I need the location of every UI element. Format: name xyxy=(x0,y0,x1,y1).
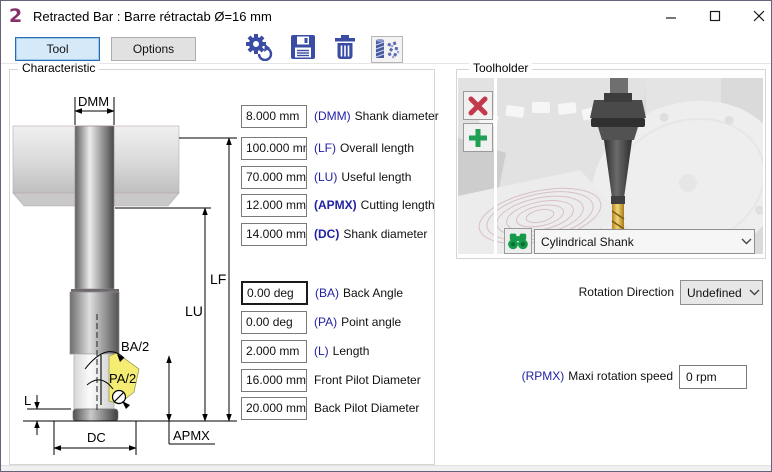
field-row-lf: 100.000 mm (LF) Overall length xyxy=(241,136,414,160)
tab-options-label: Options xyxy=(133,42,174,56)
characteristic-group-label: Characteristic xyxy=(18,61,99,76)
chevron-down-icon xyxy=(738,238,754,245)
tool-definition-window: 2 Retracted Bar : Barre rétractab Ø=16 m… xyxy=(0,0,772,472)
add-toolholder-button[interactable] xyxy=(463,123,493,152)
dmm-code: (DMM) xyxy=(314,109,351,123)
rpmx-label: (RPMX)Maxi rotation speed xyxy=(1,369,673,383)
lu-label: Useful length xyxy=(341,170,411,184)
svg-text:DC: DC xyxy=(87,430,106,445)
title-bar: 2 Retracted Bar : Barre rétractab Ø=16 m… xyxy=(1,1,771,31)
rotation-direction-label: Rotation Direction xyxy=(1,285,674,299)
red-x-icon xyxy=(467,95,489,117)
lf-label: Overall length xyxy=(340,141,414,155)
green-plus-icon xyxy=(467,127,489,149)
svg-text:DMM: DMM xyxy=(78,94,109,109)
update-button[interactable] xyxy=(242,33,274,61)
maximize-button[interactable] xyxy=(693,1,737,31)
svg-text:LU: LU xyxy=(185,303,203,319)
field-row-apmx: 12.000 mm (APMX) Cutting length xyxy=(241,193,435,217)
delete-button[interactable] xyxy=(329,33,361,61)
l-input[interactable]: 2.000 mm xyxy=(241,340,307,363)
tab-tool[interactable]: Tool xyxy=(15,37,100,61)
pa-code: (PA) xyxy=(314,315,337,329)
binoculars-icon xyxy=(507,232,529,250)
rotation-direction-value: Undefined xyxy=(681,286,746,300)
pa-input[interactable]: 0.00 deg xyxy=(241,311,307,334)
apmx-label: Cutting length xyxy=(361,198,435,212)
shank-type-select[interactable]: Cylindrical Shank xyxy=(534,229,755,254)
chevron-down-icon xyxy=(746,289,762,296)
dc-label: Shank diameter xyxy=(343,227,427,241)
lu-input[interactable]: 70.000 mm xyxy=(241,166,307,189)
l-label: Length xyxy=(333,344,370,358)
tab-options[interactable]: Options xyxy=(111,37,196,61)
svg-text:BA/2: BA/2 xyxy=(121,339,149,354)
lf-input[interactable]: 100.000 mm xyxy=(241,137,307,160)
field-row-lu: 70.000 mm (LU) Useful length xyxy=(241,165,411,189)
image-divider xyxy=(494,78,497,254)
minimize-icon xyxy=(665,10,677,22)
remove-toolholder-button[interactable] xyxy=(463,91,493,120)
save-button[interactable] xyxy=(287,33,319,61)
close-icon xyxy=(753,10,765,22)
rpmx-input[interactable]: 0 rpm xyxy=(679,365,747,389)
lf-code: (LF) xyxy=(314,141,336,155)
minimize-button[interactable] xyxy=(649,1,693,31)
svg-text:APMX: APMX xyxy=(173,428,210,443)
window-title: Retracted Bar : Barre rétractab Ø=16 mm xyxy=(33,9,272,24)
floppy-disk-icon xyxy=(289,33,317,61)
back-pilot-label: Back Pilot Diameter xyxy=(314,401,419,415)
field-row-dc: 14.000 mm (DC) Shank diameter xyxy=(241,222,427,246)
dmm-input[interactable]: 8.000 mm xyxy=(241,105,307,128)
field-row-dmm: 8.000 mm (DMM) Shank diameter xyxy=(241,104,439,128)
dc-code: (DC) xyxy=(314,227,339,241)
close-button[interactable] xyxy=(737,1,772,31)
lu-code: (LU) xyxy=(314,170,337,184)
window-bottom-edge xyxy=(1,465,771,472)
back-pilot-input[interactable]: 20.000 mm xyxy=(241,397,307,420)
tab-tool-label: Tool xyxy=(46,42,68,56)
rpmx-code: (RPMX) xyxy=(522,369,565,383)
toolholder-group-label: Toolholder xyxy=(469,61,532,76)
l-code: (L) xyxy=(314,344,329,358)
pa-label: Point angle xyxy=(341,315,401,329)
tool-diagram: DMM LF LU APMX L DC BA/2 xyxy=(11,83,239,461)
chips-button[interactable] xyxy=(371,36,403,63)
app-logo-icon: 2 xyxy=(9,5,22,27)
field-row-l: 2.000 mm (L) Length xyxy=(241,339,369,363)
browse-shank-button[interactable] xyxy=(504,228,532,254)
field-row-pa: 0.00 deg (PA) Point angle xyxy=(241,310,401,334)
toolbar-separator xyxy=(1,63,771,64)
apmx-input[interactable]: 12.000 mm xyxy=(241,194,307,217)
shank-type-value: Cylindrical Shank xyxy=(535,235,738,249)
dmm-label: Shank diameter xyxy=(355,109,439,123)
trash-icon xyxy=(331,33,359,61)
tool-chips-icon xyxy=(373,38,401,61)
maximize-icon xyxy=(709,10,721,22)
rotation-direction-select[interactable]: Undefined xyxy=(680,280,763,305)
svg-text:L: L xyxy=(24,393,31,408)
gear-refresh-icon xyxy=(243,33,273,61)
apmx-code: (APMX) xyxy=(314,198,357,212)
dc-input[interactable]: 14.000 mm xyxy=(241,223,307,246)
field-row-back-pilot: 20.000 mm Back Pilot Diameter xyxy=(241,396,419,420)
